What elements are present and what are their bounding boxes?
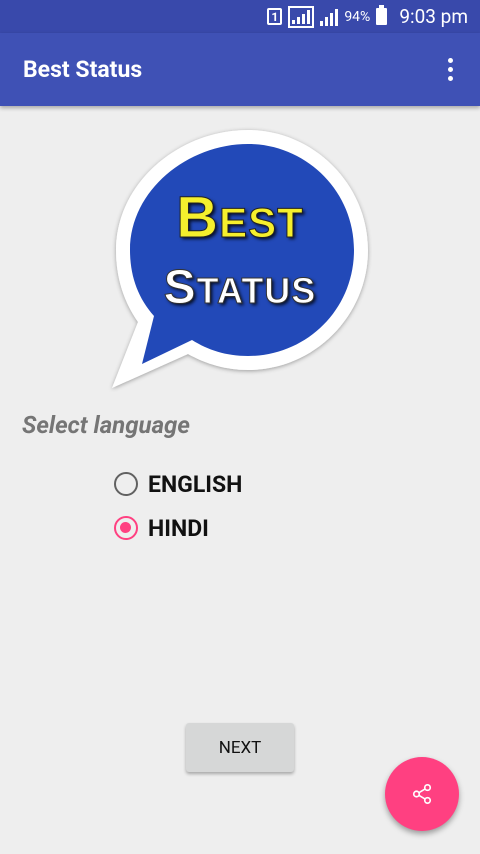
next-button[interactable]: NEXT [186,723,294,772]
logo-text-best: BEST [176,185,304,251]
battery-percent: 94% [344,8,371,25]
signal-icon-2 [320,8,339,26]
chat-bubble-icon [112,130,368,388]
radio-option-hindi[interactable]: HINDI [114,506,242,550]
app-logo: BEST STATUS [108,126,372,392]
radio-label-hindi: HINDI [148,514,209,542]
signal-icon [288,5,315,28]
more-vert-icon[interactable] [438,53,462,85]
battery-icon [376,5,388,25]
select-language-label: Select language [22,411,190,439]
radio-button-english[interactable] [114,472,138,496]
app-title: Best Status [23,56,143,83]
share-icon [412,784,432,804]
language-radio-group: ENGLISH HINDI [114,462,242,550]
share-fab[interactable] [385,757,459,831]
clock: 9:03 pm [399,5,468,28]
radio-button-hindi[interactable] [114,516,138,540]
sim-icon: 1 [267,8,283,25]
radio-label-english: ENGLISH [148,470,243,498]
logo-text-status: STATUS [163,261,317,315]
status-bar: 1 94% 9:03 pm [0,0,480,33]
app-bar: Best Status [0,33,480,106]
radio-option-english[interactable]: ENGLISH [114,462,242,506]
status-icons: 1 94% 9:03 pm [267,0,468,33]
